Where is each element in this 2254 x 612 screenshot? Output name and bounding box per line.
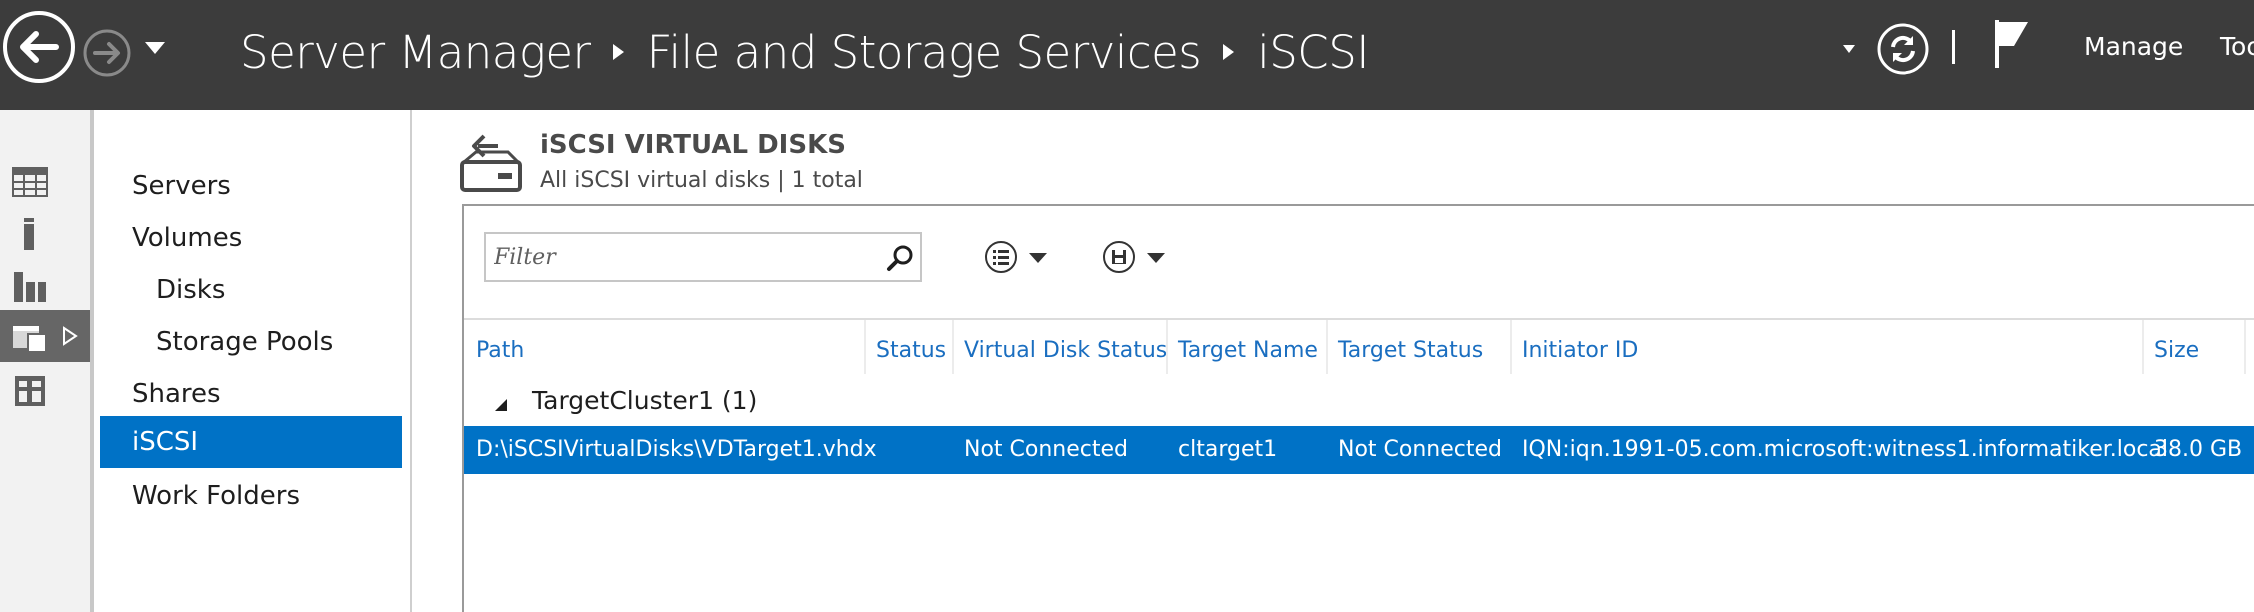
refresh-icon[interactable]: [1876, 22, 1930, 76]
cell-path: D:\iSCSIVirtualDisks\VDTarget1.vhdx: [476, 437, 877, 462]
column-header-initiator-id[interactable]: Initiator ID: [1510, 330, 1638, 372]
back-arrow-icon[interactable]: [2, 10, 76, 84]
breadcrumb-server-manager[interactable]: Server Manager: [240, 26, 591, 79]
iscsi-disk-icon: [460, 134, 522, 192]
nav-item-servers[interactable]: Servers: [100, 160, 402, 212]
rail-item-file-storage[interactable]: [0, 310, 90, 362]
rail-item-local-server[interactable]: [0, 208, 90, 260]
forward-arrow-icon[interactable]: [82, 28, 132, 78]
breadcrumb-dropdown-icon[interactable]: [1842, 44, 1856, 54]
navigation-pane: Servers Volumes Disks Storage Pools Shar…: [94, 110, 412, 612]
save-icon: [1103, 241, 1135, 273]
cell-initiator-id: IQN:iqn.1991-05.com.microsoft:witness1.i…: [1522, 437, 2169, 462]
toolbar-divider: [1952, 30, 1955, 64]
breadcrumb-iscsi[interactable]: iSCSI: [1257, 26, 1369, 79]
iis-icon: [15, 376, 45, 406]
notifications-flag-icon[interactable]: [1992, 18, 2032, 70]
dashboard-icon: [12, 167, 48, 197]
list-options-icon: [985, 241, 1017, 273]
cell-target-name: cltarget1: [1178, 437, 1278, 462]
virtual-disks-panel: Path Status Virtual Disk Status Target N…: [462, 204, 2254, 612]
column-header-target-status[interactable]: Target Status: [1326, 330, 1483, 372]
file-storage-services-icon: [13, 326, 47, 353]
chevron-down-icon: [1147, 253, 1165, 263]
manage-menu[interactable]: Manage: [2084, 32, 2183, 61]
nav-item-volumes[interactable]: Volumes: [100, 212, 402, 264]
save-query-button[interactable]: [1094, 234, 1176, 280]
nav-item-iscsi[interactable]: iSCSI: [100, 416, 402, 468]
expand-arrow-icon[interactable]: [62, 326, 78, 346]
filter-input[interactable]: [486, 234, 876, 280]
chevron-down-icon: [1029, 253, 1047, 263]
group-label: TargetCluster1 (1): [532, 386, 758, 415]
nav-item-shares[interactable]: Shares: [100, 368, 402, 420]
column-header-virtual-disk-status[interactable]: Virtual Disk Status: [952, 330, 1167, 372]
rail-item-all-servers[interactable]: [0, 260, 90, 312]
rail-item-iis[interactable]: [0, 364, 90, 416]
cell-target-status: Not Connected: [1338, 437, 1503, 462]
search-icon[interactable]: [886, 244, 914, 272]
column-header-target-name[interactable]: Target Name: [1166, 330, 1318, 372]
tools-menu[interactable]: Too: [2220, 32, 2254, 61]
toolbar-divider: [464, 318, 2254, 320]
title-bar: Server Manager File and Storage Services…: [0, 0, 2254, 110]
collapse-group-icon[interactable]: [494, 398, 508, 412]
table-row[interactable]: D:\iSCSIVirtualDisks\VDTarget1.vhdx Not …: [464, 426, 2254, 474]
filter-box: [484, 232, 922, 282]
column-divider[interactable]: [2244, 320, 2246, 374]
cell-virtual-disk-status: Not Connected: [964, 437, 1129, 462]
page-title: iSCSI VIRTUAL DISKS: [540, 130, 846, 160]
cell-status: [864, 426, 876, 474]
icon-rail: [0, 110, 90, 612]
history-dropdown-icon[interactable]: [144, 40, 166, 56]
local-server-icon: [24, 218, 34, 250]
all-servers-icon: [14, 272, 46, 302]
nav-item-disks[interactable]: Disks: [100, 264, 402, 316]
breadcrumb-file-storage[interactable]: File and Storage Services: [647, 26, 1202, 79]
column-header-size[interactable]: Size: [2142, 330, 2199, 372]
breadcrumb: Server Manager File and Storage Services…: [240, 22, 1370, 82]
nav-item-storage-pools[interactable]: Storage Pools: [100, 316, 402, 368]
page-subtitle: All iSCSI virtual disks | 1 total: [540, 168, 863, 193]
column-header-path[interactable]: Path: [464, 330, 524, 372]
list-options-button[interactable]: [976, 234, 1058, 280]
group-header[interactable]: TargetCluster1 (1): [464, 382, 2254, 426]
rail-item-dashboard[interactable]: [0, 156, 90, 208]
cell-size: 38.0 GB: [2154, 437, 2243, 462]
breadcrumb-separator-icon: [1223, 44, 1235, 60]
column-header-status[interactable]: Status: [864, 330, 946, 372]
nav-item-work-folders[interactable]: Work Folders: [100, 470, 402, 522]
breadcrumb-separator-icon: [612, 44, 624, 60]
